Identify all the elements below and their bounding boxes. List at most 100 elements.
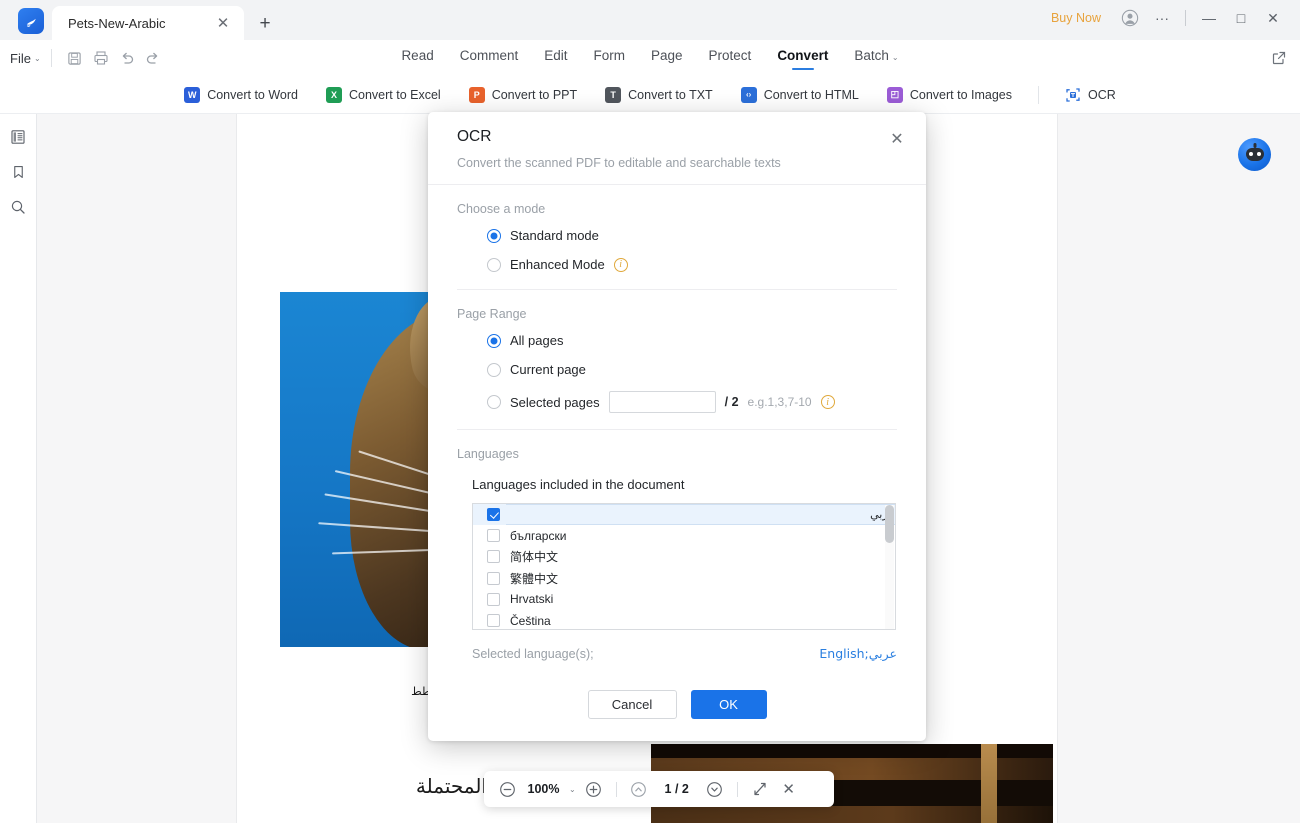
new-tab-button[interactable]: + <box>254 12 276 34</box>
share-icon[interactable] <box>1266 45 1292 71</box>
thumbnails-icon[interactable] <box>7 126 29 148</box>
robot-icon <box>1245 143 1264 161</box>
redo-icon[interactable] <box>140 45 166 71</box>
convert-to-ppt-button[interactable]: P Convert to PPT <box>455 86 591 103</box>
page-range-label: Page Range <box>457 307 527 321</box>
close-icon[interactable]: ✕ <box>886 128 908 150</box>
print-icon[interactable] <box>88 45 114 71</box>
chevron-down-icon[interactable]: ⌄ <box>569 785 576 794</box>
file-menu-button[interactable]: File ⌄ <box>0 51 41 66</box>
more-options-icon[interactable]: ··· <box>1147 4 1177 32</box>
previous-page-button[interactable] <box>628 778 650 800</box>
divider <box>50 49 52 67</box>
images-icon: ◰ <box>886 86 903 103</box>
radio-standard-mode[interactable]: Standard mode <box>487 228 897 243</box>
tab-convert[interactable]: Convert <box>775 46 830 70</box>
list-item-label: Hrvatski <box>510 592 554 607</box>
scrollbar-thumb[interactable] <box>885 505 894 543</box>
ocr-dialog-subtitle: Convert the scanned PDF to editable and … <box>457 156 781 170</box>
list-item[interactable]: български <box>473 525 895 546</box>
tab-read[interactable]: Read <box>399 46 435 70</box>
close-toolbar-button[interactable]: ✕ <box>778 778 800 800</box>
convert-to-txt-button[interactable]: T Convert to TXT <box>591 86 727 103</box>
convert-to-html-button[interactable]: ‹› Convert to HTML <box>727 86 873 103</box>
search-icon[interactable] <box>7 196 29 218</box>
ocr-icon <box>1065 86 1081 103</box>
buy-now-button[interactable]: Buy Now <box>1039 11 1113 25</box>
maximize-button[interactable]: □ <box>1226 4 1256 32</box>
language-list-scrollbar[interactable] <box>885 505 894 629</box>
radio-all-pages[interactable]: All pages <box>487 333 897 348</box>
close-window-button[interactable]: ✕ <box>1258 4 1288 32</box>
convert-to-images-label: Convert to Images <box>909 87 1012 102</box>
tab-protect[interactable]: Protect <box>707 46 754 70</box>
checkbox[interactable] <box>487 614 500 628</box>
radio-enhanced-mode-label: Enhanced Mode <box>510 257 605 272</box>
checkbox[interactable] <box>487 592 500 606</box>
divider <box>615 781 617 797</box>
ribbon-tabs: Read Comment Edit Form Page Protect Conv… <box>0 46 1300 70</box>
undo-icon[interactable] <box>114 45 140 71</box>
list-item[interactable]: Čeština <box>473 610 895 629</box>
ocr-dialog: OCR ✕ Convert the scanned PDF to editabl… <box>428 112 926 741</box>
cancel-button[interactable]: Cancel <box>587 690 677 719</box>
save-icon[interactable] <box>62 45 88 71</box>
fit-page-button[interactable] <box>749 778 771 800</box>
tab-comment[interactable]: Comment <box>458 46 521 70</box>
zoom-out-button[interactable] <box>496 778 518 800</box>
next-page-button[interactable] <box>704 778 726 800</box>
radio-enhanced-mode[interactable]: Enhanced Mode i <box>487 257 897 272</box>
convert-to-excel-button[interactable]: X Convert to Excel <box>312 86 455 103</box>
languages-sublabel: Languages included in the document <box>472 477 685 492</box>
convert-to-images-button[interactable]: ◰ Convert to Images <box>873 86 1026 103</box>
tab-edit[interactable]: Edit <box>542 46 569 70</box>
document-tab[interactable]: Pets-New-Arabic ✕ <box>52 6 244 40</box>
list-item[interactable]: 繁體中文 <box>473 568 895 589</box>
list-item[interactable]: عربي <box>473 504 895 526</box>
language-list[interactable]: عربي български 简体中文 繁體中文 Hrvatski Češtin… <box>472 503 896 630</box>
chevron-down-icon: ⌄ <box>33 53 41 63</box>
page-indicator[interactable]: 1 / 2 <box>657 782 697 796</box>
convert-to-html-label: Convert to HTML <box>763 87 859 102</box>
selected-pages-input[interactable] <box>608 391 716 413</box>
minimize-button[interactable]: — <box>1194 4 1224 32</box>
tab-batch[interactable]: Batch ⌄ <box>852 46 900 70</box>
tab-page[interactable]: Page <box>649 46 685 70</box>
radio-standard-mode-label: Standard mode <box>510 228 599 243</box>
ocr-dialog-footer: Cancel OK <box>428 673 926 741</box>
checkbox[interactable] <box>487 529 500 543</box>
ai-assistant-bubble[interactable] <box>1238 138 1271 171</box>
tab-form[interactable]: Form <box>592 46 628 70</box>
menu-bar: File ⌄ Read Comment Edit Form Page Prote… <box>0 40 1300 76</box>
list-item-label: Čeština <box>510 613 551 628</box>
title-bar: Pets-New-Arabic ✕ + Buy Now ··· — □ ✕ <box>0 0 1300 40</box>
account-icon[interactable] <box>1115 4 1145 32</box>
page-example-hint: e.g.1,3,7-10 <box>747 395 812 409</box>
list-item[interactable]: Hrvatski <box>473 589 895 610</box>
word-icon: W <box>184 86 201 103</box>
close-icon[interactable]: ✕ <box>212 12 234 34</box>
zoom-in-button[interactable] <box>583 778 605 800</box>
list-item[interactable]: 简体中文 <box>473 546 895 567</box>
checkbox[interactable] <box>487 508 500 522</box>
checkbox[interactable] <box>487 550 500 564</box>
excel-icon: X <box>325 86 342 103</box>
txt-icon: T <box>605 86 622 103</box>
radio-selected-pages[interactable]: Selected pages / 2 e.g.1,3,7-10 i <box>487 391 897 413</box>
ocr-button[interactable]: OCR <box>1051 86 1130 103</box>
checkbox[interactable] <box>487 571 500 585</box>
radio-current-page[interactable]: Current page <box>487 362 897 377</box>
radio-indicator <box>487 395 501 409</box>
page-toolbar: 100% ⌄ 1 / 2 ✕ <box>484 771 834 807</box>
ok-button[interactable]: OK <box>690 690 767 719</box>
window-controls: Buy Now ··· — □ ✕ <box>1039 4 1300 40</box>
convert-to-ppt-label: Convert to PPT <box>491 87 578 102</box>
info-icon[interactable]: i <box>820 395 835 409</box>
radio-all-pages-label: All pages <box>510 333 564 348</box>
zoom-level[interactable]: 100% <box>525 782 562 796</box>
convert-to-word-button[interactable]: W Convert to Word <box>170 86 312 103</box>
info-icon[interactable]: i <box>613 257 628 272</box>
bookmark-icon[interactable] <box>7 161 29 183</box>
list-item-label: български <box>510 528 567 543</box>
selected-languages-value: عربي;English <box>819 646 897 661</box>
